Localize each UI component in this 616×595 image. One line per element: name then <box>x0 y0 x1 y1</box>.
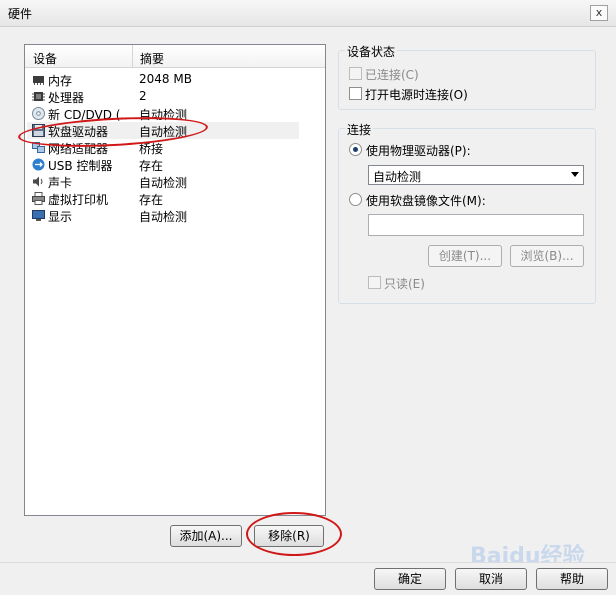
browse-button[interactable]: 浏览(B)... <box>510 245 584 267</box>
read-only-label: 只读(E) <box>384 277 425 291</box>
device-name: 处理器 <box>48 91 85 105</box>
device-row-display[interactable]: 显示 自动检测 <box>27 207 299 224</box>
device-name: 内存 <box>48 74 73 88</box>
close-button[interactable]: x <box>590 5 608 21</box>
chevron-down-icon <box>571 172 579 177</box>
device-summary: 存在 <box>139 193 164 207</box>
device-summary: 自动检测 <box>139 176 188 190</box>
column-header-device[interactable]: 设备 <box>33 50 57 67</box>
connected-label: 已连接(C) <box>365 68 419 82</box>
image-file-input[interactable] <box>368 214 584 236</box>
connect-at-power-on-checkbox[interactable] <box>349 87 362 100</box>
image-file-radio[interactable] <box>349 193 362 206</box>
physical-drive-select[interactable]: 自动检测 <box>368 165 584 185</box>
title-bar: 硬件 x <box>0 0 616 27</box>
read-only-checkbox[interactable] <box>368 276 381 289</box>
column-separator[interactable] <box>132 45 133 67</box>
annotation-circle-remove <box>246 512 342 556</box>
physical-drive-radio[interactable] <box>349 143 362 156</box>
image-file-label: 使用软盘镜像文件(M): <box>366 194 486 208</box>
physical-drive-label: 使用物理驱动器(P): <box>366 144 471 158</box>
cd-dvd-icon <box>32 107 45 120</box>
device-list[interactable]: 设备 摘要 内存 2048 MB 处理器 2 新 CD/DVD (... 自动检… <box>24 44 326 516</box>
device-status-label: 设备状态 <box>345 43 398 60</box>
device-name: 虚拟打印机 <box>48 193 109 207</box>
device-name: 声卡 <box>48 176 73 190</box>
device-name: USB 控制器 <box>48 159 113 173</box>
device-summary: 存在 <box>139 159 164 173</box>
connected-checkbox[interactable] <box>349 67 362 80</box>
device-list-header: 设备 摘要 <box>25 45 325 68</box>
help-button[interactable]: 帮助 <box>536 568 608 590</box>
display-icon <box>32 210 45 221</box>
cancel-button[interactable]: 取消 <box>455 568 527 590</box>
add-button[interactable]: 添加(A)... <box>170 525 242 547</box>
device-row-processor[interactable]: 处理器 2 <box>27 88 299 105</box>
printer-icon <box>32 192 45 205</box>
device-summary: 2048 MB <box>139 72 192 86</box>
window-title: 硬件 <box>8 7 33 21</box>
ok-button[interactable]: 确定 <box>374 568 446 590</box>
device-summary: 自动检测 <box>139 210 188 224</box>
usb-icon <box>32 158 45 171</box>
close-icon: x <box>595 6 603 19</box>
sound-card-icon <box>33 176 43 187</box>
connect-at-power-on-label: 打开电源时连接(O) <box>365 88 468 102</box>
device-row-usb-controller[interactable]: USB 控制器 存在 <box>27 156 299 173</box>
physical-drive-selected-value: 自动检测 <box>373 170 422 184</box>
device-row-sound-card[interactable]: 声卡 自动检测 <box>27 173 299 190</box>
device-row-memory[interactable]: 内存 2048 MB <box>27 71 299 88</box>
device-summary: 2 <box>139 89 147 103</box>
create-button[interactable]: 创建(T)... <box>428 245 502 267</box>
memory-icon <box>33 76 44 85</box>
connection-label: 连接 <box>345 121 374 138</box>
column-header-summary[interactable]: 摘要 <box>140 50 164 67</box>
device-row-virtual-printer[interactable]: 虚拟打印机 存在 <box>27 190 299 207</box>
device-name: 显示 <box>48 210 73 224</box>
processor-icon <box>32 92 45 101</box>
